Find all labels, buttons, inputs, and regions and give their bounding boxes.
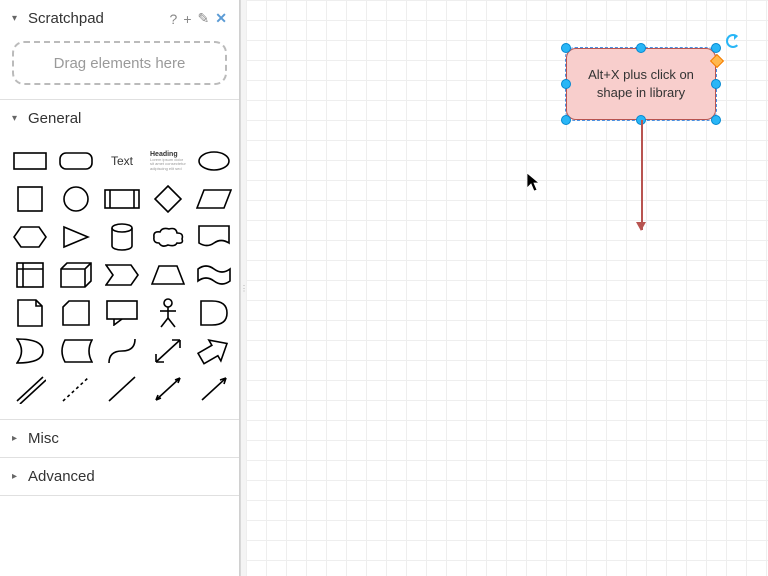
- app-root: ▾ Scratchpad ? + ✎ ✕ Drag elements here …: [0, 0, 768, 576]
- scratchpad-actions: ? + ✎ ✕: [170, 10, 227, 27]
- shape-link[interactable]: [10, 373, 50, 405]
- shape-bidir-connector[interactable]: [148, 373, 188, 405]
- arrow-head-icon: [636, 222, 646, 236]
- shape-text: Alt+X plus click on shape in library: [577, 66, 705, 101]
- shape-card[interactable]: [56, 297, 96, 329]
- cursor-icon: [526, 172, 540, 192]
- shape-actor[interactable]: [148, 297, 188, 329]
- shape-process[interactable]: [102, 183, 142, 215]
- shape-body[interactable]: Alt+X plus click on shape in library: [566, 48, 716, 120]
- shape-tape[interactable]: [194, 259, 234, 291]
- add-icon[interactable]: +: [183, 11, 191, 27]
- shape-sidebar: ▾ Scratchpad ? + ✎ ✕ Drag elements here …: [0, 0, 240, 576]
- shape-arrow-shape[interactable]: [194, 335, 234, 367]
- misc-header[interactable]: ▸ Misc: [0, 420, 239, 457]
- shape-line[interactable]: [102, 373, 142, 405]
- shape-curve[interactable]: [102, 335, 142, 367]
- shape-rounded-rectangle[interactable]: [56, 145, 96, 177]
- shape-hexagon[interactable]: [10, 221, 50, 253]
- shape-heading-paragraph[interactable]: HeadingLorem ipsum dolor sit amet consec…: [148, 145, 188, 177]
- advanced-header[interactable]: ▸ Advanced: [0, 458, 239, 495]
- resize-handle-w[interactable]: [561, 79, 571, 89]
- advanced-title: Advanced: [28, 468, 95, 485]
- shape-document[interactable]: [194, 221, 234, 253]
- shape-callout[interactable]: [102, 297, 142, 329]
- general-section: ▾ General Text HeadingLorem ipsum dolor …: [0, 100, 239, 420]
- shape-ellipse[interactable]: [194, 145, 234, 177]
- misc-section: ▸ Misc: [0, 420, 239, 458]
- shape-cloud[interactable]: [148, 221, 188, 253]
- shape-cylinder[interactable]: [102, 221, 142, 253]
- shape-note[interactable]: [10, 297, 50, 329]
- shape-directional-connector[interactable]: [194, 373, 234, 405]
- scratchpad-title: Scratchpad: [28, 10, 104, 27]
- resize-handle-ne[interactable]: [711, 43, 721, 53]
- general-title: General: [28, 110, 81, 127]
- shape-cube[interactable]: [56, 259, 96, 291]
- shape-rectangle[interactable]: [10, 145, 50, 177]
- shape-trapezoid[interactable]: [148, 259, 188, 291]
- shape-parallelogram[interactable]: [194, 183, 234, 215]
- shape-square[interactable]: [10, 183, 50, 215]
- resize-handle-nw[interactable]: [561, 43, 571, 53]
- shape-circle[interactable]: [56, 183, 96, 215]
- scratchpad-drop-hint: Drag elements here: [54, 55, 186, 72]
- help-icon[interactable]: ?: [170, 11, 178, 27]
- resize-handle-e[interactable]: [711, 79, 721, 89]
- scratchpad-header[interactable]: ▾ Scratchpad ? + ✎ ✕: [0, 0, 239, 37]
- shape-triangle[interactable]: [56, 221, 96, 253]
- scratchpad-section: ▾ Scratchpad ? + ✎ ✕ Drag elements here: [0, 0, 239, 100]
- shape-text[interactable]: Text: [102, 145, 142, 177]
- chevron-down-icon: ▾: [12, 113, 22, 124]
- chevron-right-icon: ▸: [12, 433, 22, 444]
- chevron-right-icon: ▸: [12, 471, 22, 482]
- chevron-down-icon: ▾: [12, 13, 22, 24]
- shape-or[interactable]: [10, 335, 50, 367]
- general-header[interactable]: ▾ General: [0, 100, 239, 137]
- shape-bidirectional-arrow[interactable]: [148, 335, 188, 367]
- resize-handle-n[interactable]: [636, 43, 646, 53]
- general-shape-grid: Text HeadingLorem ipsum dolor sit amet c…: [0, 137, 239, 419]
- arrow-connector[interactable]: [640, 120, 644, 236]
- misc-title: Misc: [28, 430, 59, 447]
- shape-and[interactable]: [194, 297, 234, 329]
- shape-dashed-line[interactable]: [56, 373, 96, 405]
- selected-shape[interactable]: Alt+X plus click on shape in library: [566, 48, 716, 120]
- advanced-section: ▸ Advanced: [0, 458, 239, 496]
- shape-diamond[interactable]: [148, 183, 188, 215]
- shape-data-storage[interactable]: [56, 335, 96, 367]
- resize-handle-sw[interactable]: [561, 115, 571, 125]
- canvas[interactable]: Alt+X plus click on shape in library: [246, 0, 768, 576]
- rotate-handle[interactable]: [726, 34, 740, 48]
- shape-step[interactable]: [102, 259, 142, 291]
- scratchpad-dropzone[interactable]: Drag elements here: [12, 41, 227, 85]
- edit-icon[interactable]: ✎: [198, 10, 210, 27]
- shape-internal-storage[interactable]: [10, 259, 50, 291]
- arrow-line: [641, 120, 643, 230]
- close-icon[interactable]: ✕: [215, 10, 227, 27]
- resize-handle-se[interactable]: [711, 115, 721, 125]
